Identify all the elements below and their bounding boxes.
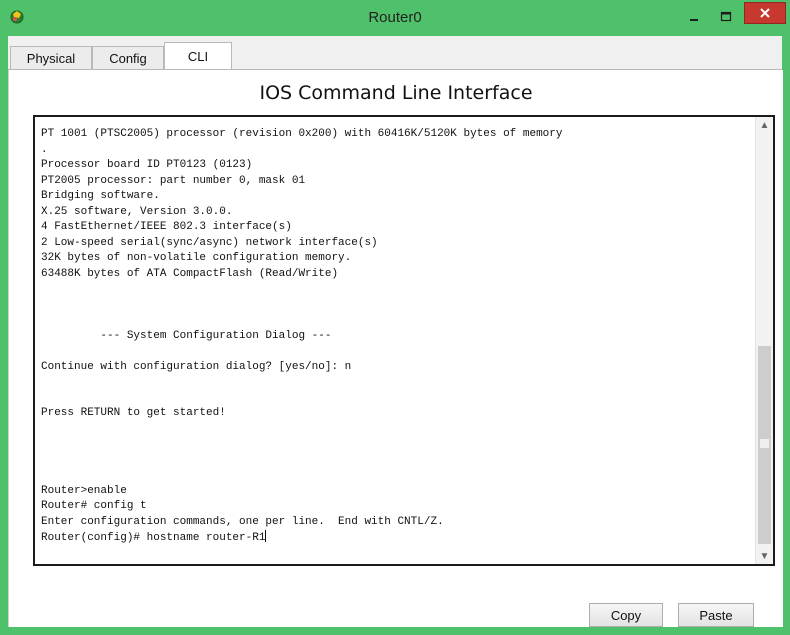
terminal-line: Bridging software. — [41, 190, 160, 202]
terminal-scrollbar[interactable]: ▲ ▼ — [755, 117, 773, 564]
terminal-line: Processor board ID PT0123 (0123) — [41, 159, 253, 171]
window-title: Router0 — [368, 9, 422, 26]
terminal-line: Enter configuration commands, one per li… — [41, 515, 444, 528]
terminal-line: --- System Configuration Dialog --- — [41, 329, 332, 342]
terminal-line: 2 Low-speed serial(sync/async) network i… — [41, 236, 378, 249]
terminal-line: . — [41, 143, 48, 156]
maximize-icon — [720, 11, 732, 22]
terminal-line: Router# config t — [41, 500, 147, 512]
terminal-output[interactable]: PT 1001 (PTSC2005) processor (revision 0… — [41, 127, 755, 547]
minimize-button[interactable] — [680, 6, 708, 28]
terminal-line: Router(config)# hostname router-R1 — [41, 532, 266, 544]
cli-heading: IOS Command Line Interface — [259, 82, 533, 104]
window-client-area: Physical Config CLI IOS Command Line Int… — [8, 36, 783, 627]
terminal-line: 32K bytes of non-volatile configuration … — [41, 252, 352, 264]
close-icon — [760, 8, 770, 18]
terminal-line: PT 1001 (PTSC2005) processor (revision 0… — [41, 128, 563, 140]
terminal-line: 4 FastEthernet/IEEE 802.3 interface(s) — [41, 221, 292, 233]
paste-button[interactable]: Paste — [678, 603, 754, 627]
terminal-line: Continue with configuration dialog? [yes… — [41, 360, 352, 373]
scrollbar-grip — [760, 439, 769, 448]
maximize-button[interactable] — [712, 6, 740, 28]
copy-button[interactable]: Copy — [589, 603, 663, 627]
terminal-line: PT2005 processor: part number 0, mask 01 — [41, 174, 306, 187]
application-window: Router0 Physical Config CLI IOS Command … — [0, 0, 790, 635]
terminal-line: Router>enable — [41, 484, 127, 497]
text-cursor — [265, 530, 267, 542]
scrollbar-thumb[interactable] — [758, 346, 771, 544]
terminal-line: X.25 software, Version 3.0.0. — [41, 205, 233, 218]
tab-config[interactable]: Config — [92, 46, 164, 70]
tab-physical[interactable]: Physical — [10, 46, 92, 70]
cli-panel: IOS Command Line Interface PT 1001 (PTSC… — [8, 70, 783, 627]
cli-terminal[interactable]: PT 1001 (PTSC2005) processor (revision 0… — [33, 115, 775, 566]
close-button[interactable] — [744, 2, 786, 24]
scroll-up-arrow-icon[interactable]: ▲ — [756, 117, 773, 133]
terminal-line: Press RETURN to get started! — [41, 407, 226, 419]
title-bar[interactable]: Router0 — [0, 0, 790, 36]
scroll-down-arrow-icon[interactable]: ▼ — [756, 548, 773, 564]
terminal-line: 63488K bytes of ATA CompactFlash (Read/W… — [41, 267, 339, 280]
minimize-icon — [690, 19, 698, 21]
tab-cli[interactable]: CLI — [164, 42, 232, 70]
